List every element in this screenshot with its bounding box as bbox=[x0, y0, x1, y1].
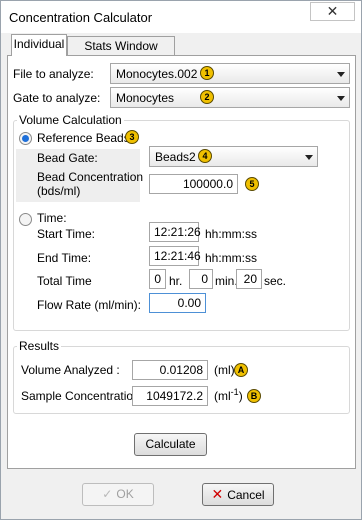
volume-analyzed-unit: (ml) bbox=[214, 363, 235, 377]
callout-badge-5: 5 bbox=[245, 177, 259, 191]
sample-concentration-output: 1049172.2 bbox=[132, 386, 208, 406]
results-title: Results bbox=[17, 339, 62, 353]
file-label: File to analyze: bbox=[13, 67, 94, 81]
sample-concentration-unit: (ml-1) bbox=[214, 387, 243, 403]
seconds-unit: sec. bbox=[264, 274, 287, 288]
total-time-label: Total Time bbox=[37, 274, 92, 288]
total-time-seconds-input[interactable]: 20 bbox=[236, 269, 262, 289]
end-time-label: End Time: bbox=[37, 251, 92, 265]
tab-individual-label: Individual bbox=[13, 37, 65, 51]
bead-gate-select[interactable]: Beads2 bbox=[149, 146, 318, 167]
close-icon: ✕ bbox=[326, 3, 339, 19]
bead-gate-label: Bead Gate: bbox=[37, 151, 98, 165]
callout-badge-3: 3 bbox=[125, 130, 139, 144]
end-time-input[interactable]: 12:21:46 bbox=[149, 246, 201, 266]
total-time-minutes-input[interactable]: 0 bbox=[189, 269, 213, 289]
bead-concentration-input[interactable]: 100000.0 bbox=[149, 174, 238, 194]
chevron-down-icon bbox=[337, 72, 345, 77]
volume-analyzed-label: Volume Analyzed : bbox=[21, 363, 120, 377]
callout-badge-2: 2 bbox=[200, 90, 214, 104]
x-icon: ✕ bbox=[211, 486, 224, 502]
reference-beads-radio[interactable] bbox=[19, 132, 32, 145]
time-label: Time: bbox=[37, 211, 67, 225]
bead-gate-value: Beads2 bbox=[155, 150, 196, 164]
calculate-button[interactable]: Calculate bbox=[134, 433, 207, 456]
start-time-input[interactable]: 12:21:26 bbox=[149, 222, 201, 242]
start-time-unit: hh:mm:ss bbox=[205, 227, 258, 241]
volume-calculation-title: Volume Calculation bbox=[17, 113, 124, 127]
flow-rate-label: Flow Rate (ml/min): bbox=[37, 298, 142, 312]
gate-value: Monocytes bbox=[116, 91, 175, 105]
cancel-button[interactable]: ✕ Cancel bbox=[202, 483, 274, 506]
gate-label: Gate to analyze: bbox=[13, 91, 101, 105]
callout-badge-4: 4 bbox=[198, 149, 212, 163]
start-time-label: Start Time: bbox=[37, 227, 96, 241]
title-bar: Concentration Calculator ✕ bbox=[1, 1, 361, 33]
concentration-calculator-window: Concentration Calculator ✕ Individual St… bbox=[0, 0, 362, 520]
ok-button-label: OK bbox=[116, 487, 134, 501]
check-icon: ✓ bbox=[102, 487, 113, 501]
hours-unit: hr. bbox=[169, 274, 183, 288]
total-time-hours-input[interactable]: 0 bbox=[149, 269, 166, 289]
tab-individual[interactable]: Individual bbox=[11, 34, 67, 56]
sample-concentration-label: Sample Concentration: bbox=[21, 389, 144, 403]
close-button[interactable]: ✕ bbox=[310, 2, 355, 21]
file-value: Monocytes.002 bbox=[116, 67, 198, 81]
ok-button[interactable]: ✓ OK bbox=[82, 483, 154, 506]
minutes-unit: min. bbox=[215, 274, 238, 288]
file-select[interactable]: Monocytes.002 bbox=[110, 63, 350, 84]
chevron-down-icon bbox=[337, 96, 345, 101]
chevron-down-icon bbox=[305, 155, 313, 160]
callout-badge-a: A bbox=[234, 363, 248, 377]
flow-rate-input[interactable]: 0.00 bbox=[149, 293, 206, 313]
bead-concentration-unit-label: (bds/ml) bbox=[37, 184, 81, 198]
callout-badge-b: B bbox=[247, 389, 261, 403]
end-time-unit: hh:mm:ss bbox=[205, 251, 258, 265]
tab-stats-window-setup[interactable]: Stats Window Setup bbox=[67, 36, 175, 71]
window-title: Concentration Calculator bbox=[9, 10, 153, 25]
cancel-button-label: Cancel bbox=[227, 488, 265, 502]
reference-beads-label: Reference Beads bbox=[37, 131, 130, 145]
bead-concentration-label: Bead Concentration bbox=[37, 170, 144, 184]
time-radio[interactable] bbox=[19, 213, 32, 226]
callout-badge-1: 1 bbox=[200, 66, 214, 80]
individual-tab-panel: File to analyze: Monocytes.002 1 Gate to… bbox=[7, 55, 356, 469]
volume-analyzed-output: 0.01208 bbox=[132, 360, 208, 380]
gate-select[interactable]: Monocytes bbox=[110, 87, 350, 108]
